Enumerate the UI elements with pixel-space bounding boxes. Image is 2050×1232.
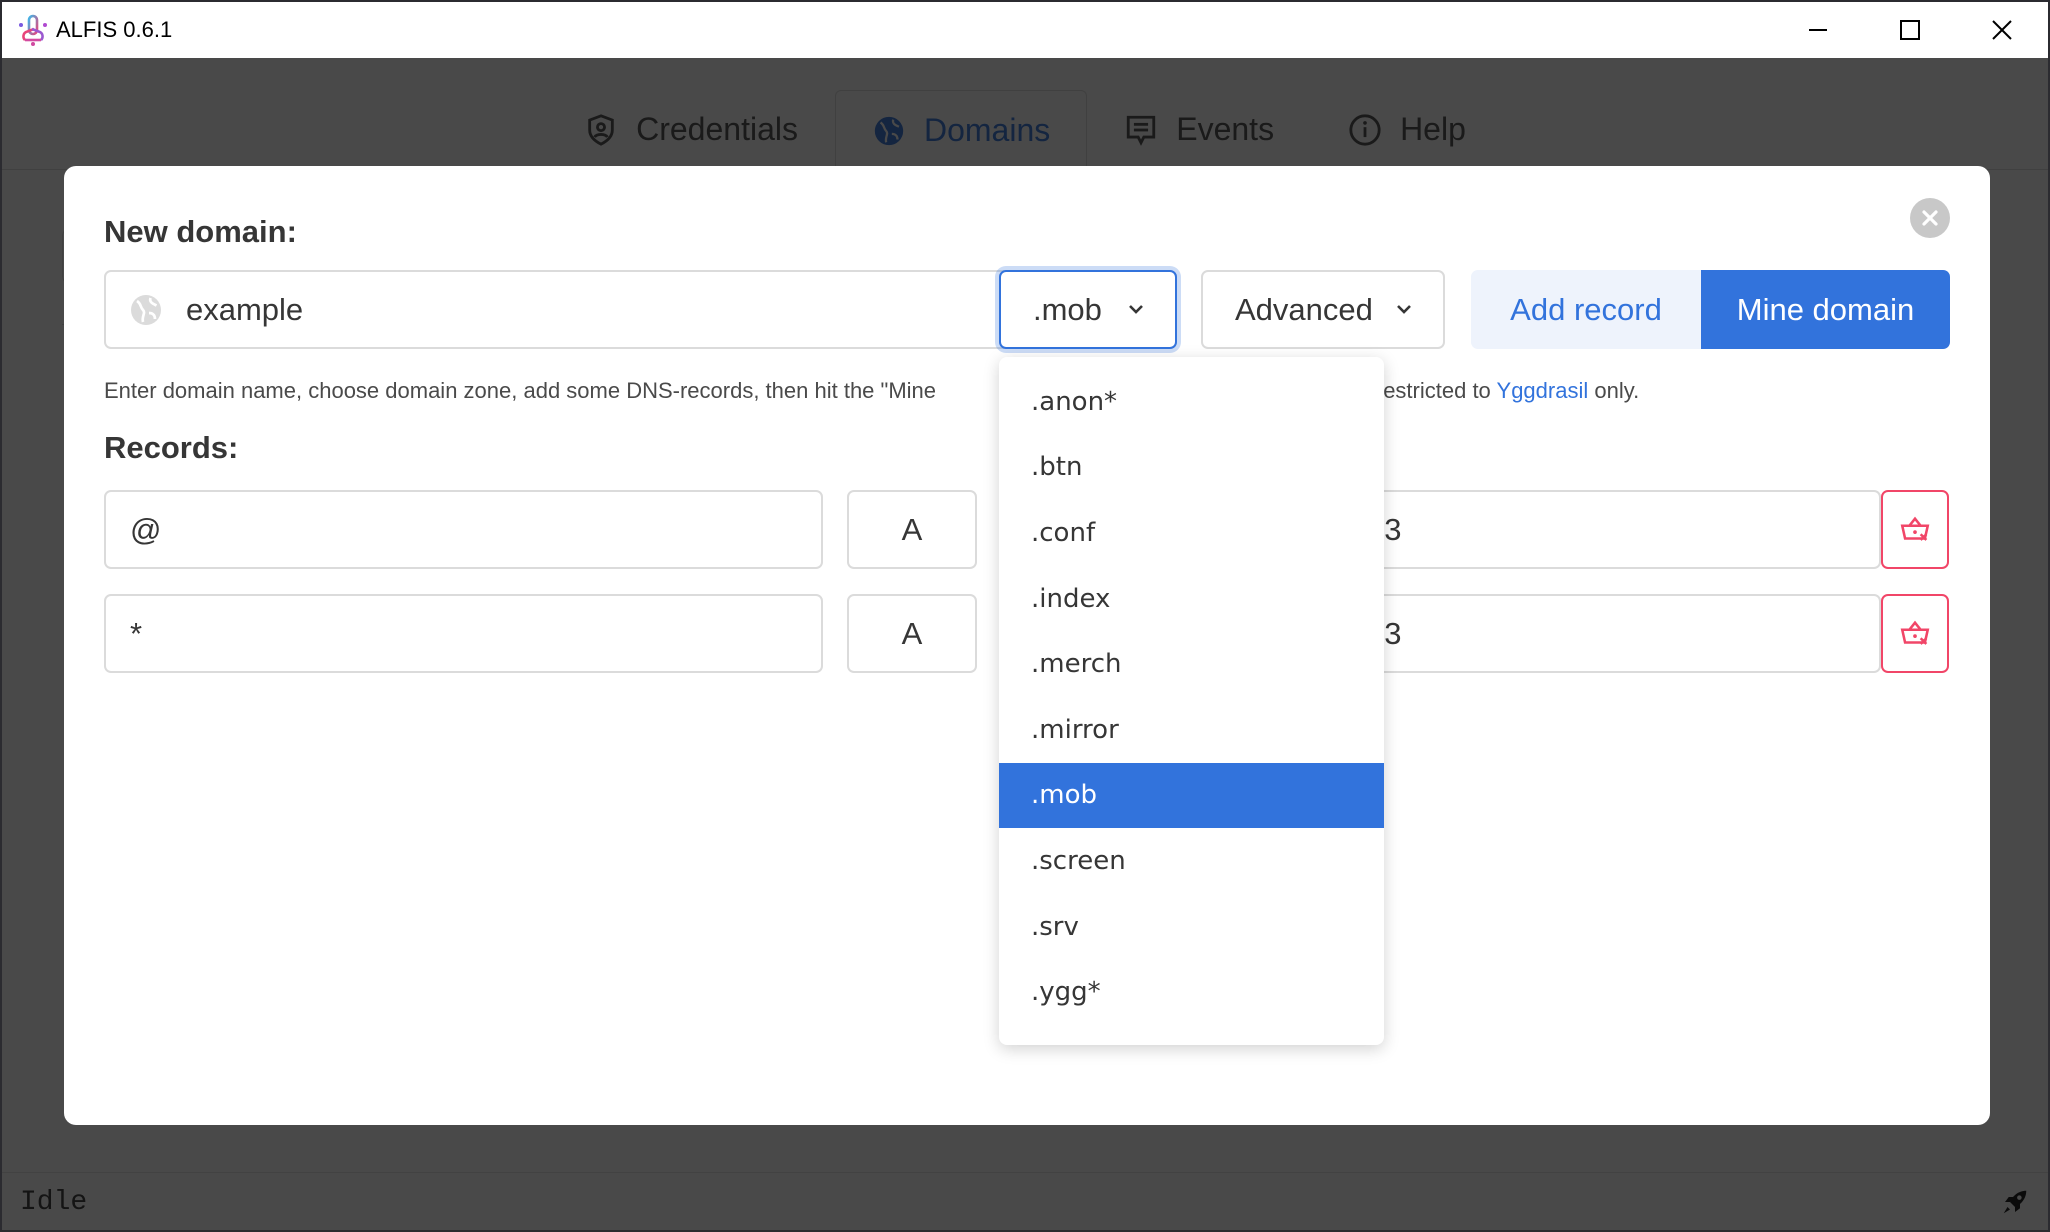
close-window-button[interactable] <box>1956 2 2048 58</box>
zone-option[interactable]: .ygg* <box>999 959 1384 1025</box>
domain-name-field[interactable] <box>104 270 1004 349</box>
mine-domain-button[interactable]: Mine domain <box>1701 270 1950 349</box>
close-icon <box>1992 20 2012 40</box>
zone-option[interactable]: .index <box>999 566 1384 632</box>
zone-option[interactable]: .screen <box>999 828 1384 894</box>
zone-option[interactable]: .btn <box>999 435 1384 501</box>
records-label: Records: <box>104 430 239 465</box>
maximize-button[interactable] <box>1864 2 1956 58</box>
minimize-icon <box>1809 29 1827 31</box>
app-window: ALFIS 0.6.1 Credentials Domains Events <box>0 0 2050 1232</box>
add-record-button[interactable]: Add record <box>1471 270 1701 349</box>
record-type-select[interactable]: A <box>847 490 977 569</box>
alfis-logo-icon <box>19 14 47 46</box>
maximize-icon <box>1900 20 1920 40</box>
chevron-down-icon <box>1397 305 1411 314</box>
yggdrasil-link[interactable]: Yggdrasil <box>1497 378 1589 403</box>
advanced-select[interactable]: Advanced <box>1201 270 1445 349</box>
zone-option[interactable]: .merch <box>999 631 1384 697</box>
record-name-value: @ <box>130 511 162 547</box>
advanced-select-value: Advanced <box>1235 291 1373 327</box>
record-type-value: A <box>901 511 923 547</box>
zone-option-selected[interactable]: .mob <box>999 762 1384 829</box>
zone-select[interactable]: .mob <box>999 270 1177 349</box>
zone-option[interactable]: .anon* <box>999 369 1384 435</box>
window-title: ALFIS 0.6.1 <box>56 17 173 42</box>
modal-close-button[interactable] <box>1910 198 1950 238</box>
help-text: Enter domain name, choose domain zone, a… <box>104 378 1639 404</box>
zone-select-value: .mob <box>1033 291 1102 327</box>
record-type-value: A <box>901 615 923 651</box>
hint-text-end: only. <box>1588 378 1640 403</box>
basket-remove-icon <box>1900 620 1930 645</box>
hint-text-start: Enter domain name, choose domain zone, a… <box>104 378 937 403</box>
record-name-value: * <box>130 615 143 651</box>
zone-dropdown-list: .anon* .btn .conf .index .merch .mirror … <box>999 357 1384 1045</box>
delete-record-button[interactable] <box>1881 490 1949 569</box>
zone-option[interactable]: .mirror <box>999 697 1384 763</box>
basket-remove-icon <box>1900 516 1930 541</box>
globe-icon <box>131 295 161 325</box>
title-bar: ALFIS 0.6.1 <box>2 2 2048 58</box>
domain-name-input[interactable] <box>186 291 1002 328</box>
zone-option[interactable]: .conf <box>999 500 1384 566</box>
minimize-button[interactable] <box>1772 2 1864 58</box>
record-name-field[interactable]: @ <box>104 490 823 569</box>
delete-record-button[interactable] <box>1881 594 1949 673</box>
record-name-field[interactable]: * <box>104 594 823 673</box>
new-domain-label: New domain: <box>104 214 297 249</box>
chevron-down-icon <box>1129 305 1143 314</box>
close-icon <box>1922 210 1938 226</box>
new-domain-modal: New domain: .mob Advanced Add record Min… <box>64 166 1990 1125</box>
zone-option[interactable]: .srv <box>999 894 1384 960</box>
record-type-select[interactable]: A <box>847 594 977 673</box>
